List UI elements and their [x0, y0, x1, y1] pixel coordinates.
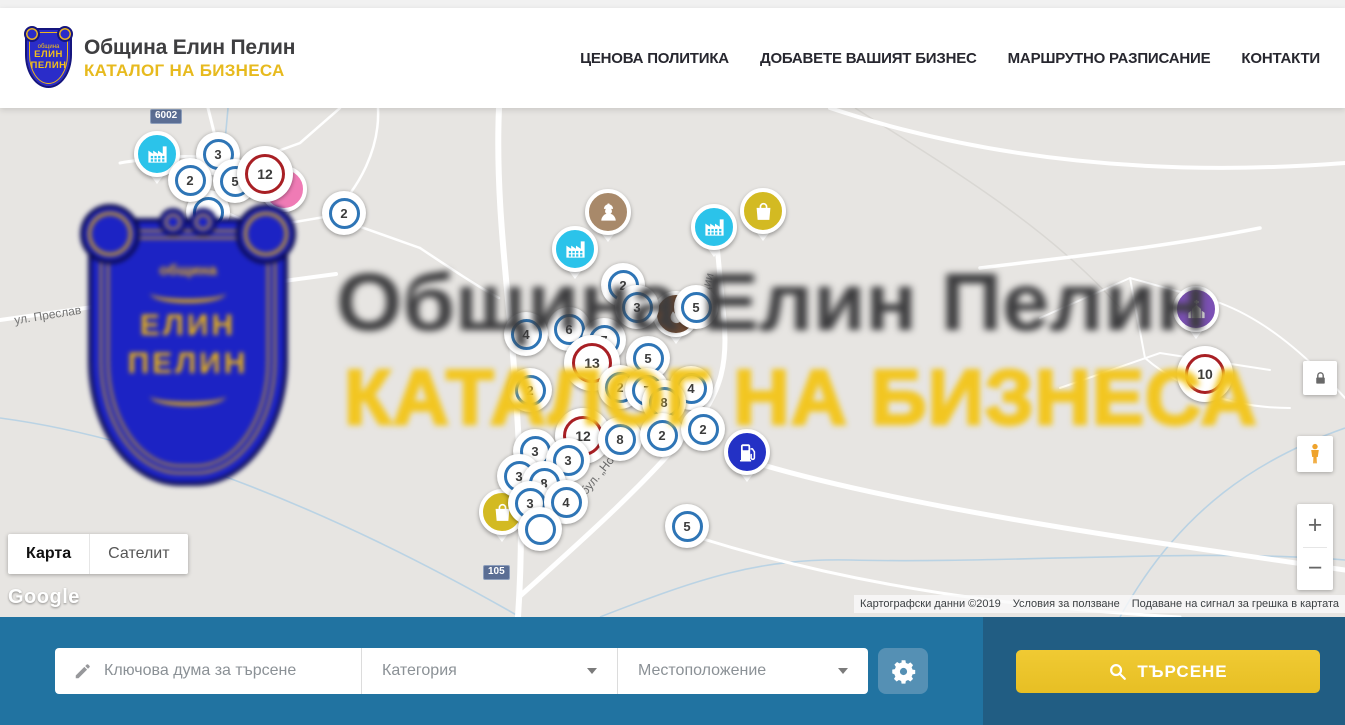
- zoom-in-button[interactable]: +: [1297, 504, 1333, 547]
- search-button-label: ТЪРСЕНЕ: [1137, 662, 1227, 682]
- terms-link[interactable]: Условия за ползване: [1007, 598, 1126, 610]
- crest-ornament-top: [150, 283, 226, 303]
- crest-crown-ornament: [159, 208, 217, 236]
- watermark-crest-line2: ПЕЛИН: [128, 345, 249, 383]
- pegman-streetview-button[interactable]: [1297, 436, 1333, 472]
- map-type-control: Карта Сателит: [8, 534, 188, 574]
- nav-contacts[interactable]: КОНТАКТИ: [1241, 50, 1320, 67]
- bag-pin-marker[interactable]: [740, 188, 786, 234]
- category-select-value: Категория: [382, 662, 457, 680]
- search-keyword-input[interactable]: [104, 662, 349, 680]
- cluster-count: 12: [245, 154, 285, 194]
- map-type-map-button[interactable]: Карта: [8, 534, 89, 574]
- search-icon: [1108, 662, 1127, 681]
- main-nav: ЦЕНОВА ПОЛИТИКА ДОБАВЕТЕ ВАШИЯТ БИЗНЕС М…: [580, 50, 1320, 67]
- zoom-out-button[interactable]: −: [1297, 548, 1333, 591]
- chevron-down-icon: [838, 668, 848, 674]
- factory-icon: [691, 204, 737, 250]
- watermark-crest: община ЕЛИН ПЕЛИН: [88, 218, 288, 486]
- search-bar: Категория Местоположение: [55, 648, 868, 694]
- factory-pin-marker[interactable]: [691, 204, 737, 250]
- cluster-count: 2: [329, 198, 360, 229]
- site-subtitle: КАТАЛОГ НА БИЗНЕСА: [84, 61, 295, 81]
- category-select[interactable]: Категория: [361, 648, 617, 694]
- search-button[interactable]: ТЪРСЕНЕ: [1016, 650, 1320, 693]
- lock-control-button[interactable]: [1303, 361, 1337, 395]
- nav-add-your-business[interactable]: ДОБАВЕТЕ ВАШИЯТ БИЗНЕС: [760, 50, 977, 67]
- nav-route-schedule[interactable]: МАРШРУТНО РАЗПИСАНИЕ: [1008, 50, 1211, 67]
- location-select[interactable]: Местоположение: [617, 648, 868, 694]
- cluster-marker[interactable]: 2: [322, 191, 366, 235]
- map-type-satellite-button[interactable]: Сателит: [89, 534, 187, 574]
- cluster-count: 2: [175, 165, 206, 196]
- brand-text: Община Елин Пелин КАТАЛОГ НА БИЗНЕСА: [84, 36, 295, 81]
- cluster-marker[interactable]: [518, 507, 562, 551]
- watermark-crest-small-text: община: [159, 262, 217, 279]
- lock-icon: [1312, 370, 1329, 387]
- bag-icon: [740, 188, 786, 234]
- chevron-down-icon: [587, 668, 597, 674]
- crest-text-line2: ПЕЛИН: [30, 61, 66, 72]
- cluster-marker[interactable]: 12: [237, 146, 293, 202]
- watermark-crest-line1: ЕЛИН: [140, 307, 236, 345]
- keyword-field-wrap: [55, 648, 361, 694]
- cluster-count: [525, 514, 556, 545]
- report-error-link[interactable]: Подаване на сигнал за грешка в картата: [1126, 598, 1345, 610]
- map-attribution: Картографски данни ©2019 Условия за полз…: [854, 595, 1345, 613]
- advanced-settings-button[interactable]: [878, 648, 928, 694]
- site-title: Община Елин Пелин: [84, 36, 295, 60]
- pencil-icon: [73, 661, 93, 681]
- page: община ЕЛИН ПЕЛИН Община Елин Пелин КАТА…: [0, 0, 1345, 725]
- zoom-control: + −: [1297, 504, 1333, 590]
- nav-pricing-policy[interactable]: ЦЕНОВА ПОЛИТИКА: [580, 50, 729, 67]
- google-logo[interactable]: Google: [8, 586, 80, 609]
- site-logo[interactable]: община ЕЛИН ПЕЛИН Община Елин Пелин КАТА…: [25, 28, 295, 88]
- watermark-subtitle: КАТАЛОГ НА БИЗНЕСА: [344, 352, 1258, 443]
- cluster-count: 5: [672, 511, 703, 542]
- map-canvas[interactable]: ул. Преслав бул. „Новосел ции 6002 105 3…: [0, 108, 1345, 617]
- map-data-notice: Картографски данни ©2019: [854, 598, 1007, 610]
- location-select-value: Местоположение: [638, 662, 766, 680]
- pegman-icon: [1303, 442, 1327, 466]
- municipality-crest-icon: община ЕЛИН ПЕЛИН: [25, 28, 72, 88]
- gear-icon: [890, 658, 917, 685]
- crest-ornament-bottom: [150, 386, 226, 406]
- cluster-marker[interactable]: 2: [168, 158, 212, 202]
- watermark-title: Община Елин Пелин: [336, 256, 1208, 350]
- header: община ЕЛИН ПЕЛИН Община Елин Пелин КАТА…: [0, 8, 1345, 108]
- cluster-marker[interactable]: 5: [665, 504, 709, 548]
- search-panel: Категория Местоположение ТЪРСЕНЕ: [0, 617, 1345, 725]
